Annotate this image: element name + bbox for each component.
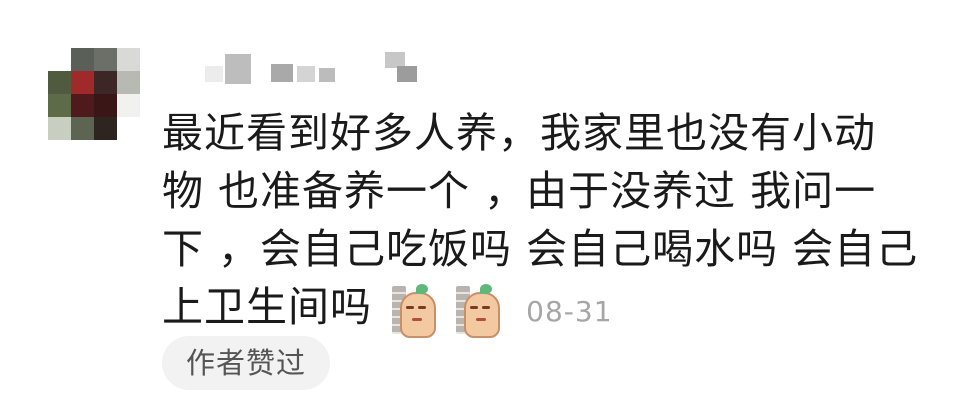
username-blurred[interactable] — [205, 46, 435, 86]
comment-line: 最近看到好多人养，我家里也没有小动 — [162, 109, 876, 157]
comment-item: 最近看到好多人养，我家里也没有小动 物 也准备养一个 ，由于没养过 我问一 下 … — [0, 0, 966, 403]
comment-line: 下 ，会自己吃饭吗 会自己喝水吗 会自己 — [162, 225, 919, 273]
comment-line: 物 也准备养一个 ，由于没养过 我问一 — [162, 167, 877, 215]
author-liked-badge: 作者赞过 — [162, 336, 331, 390]
timestamp: 08-31 — [526, 295, 613, 328]
avatar[interactable] — [48, 48, 140, 140]
smirk-sticker-icon — [392, 284, 437, 338]
comment-line: 上卫生间吗 — [162, 283, 372, 331]
comment-text: 最近看到好多人养，我家里也没有小动 物 也准备养一个 ，由于没养过 我问一 下 … — [162, 104, 922, 341]
comment-last-line: 上卫生间吗 08-31 — [162, 278, 922, 341]
smirk-sticker-icon — [456, 284, 501, 338]
